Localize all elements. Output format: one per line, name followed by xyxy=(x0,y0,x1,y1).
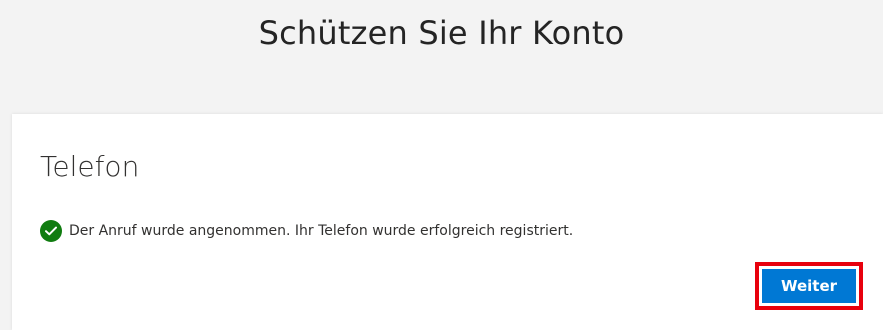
phone-setup-card: Telefon Der Anruf wurde angenommen. Ihr … xyxy=(12,114,883,330)
checkmark-circle-icon xyxy=(40,220,62,242)
highlight-outline: Weiter xyxy=(755,262,863,310)
page: Schützen Sie Ihr Konto Telefon Der Anruf… xyxy=(0,0,883,330)
page-title: Schützen Sie Ihr Konto xyxy=(258,14,625,52)
status-message: Der Anruf wurde angenommen. Ihr Telefon … xyxy=(69,223,574,239)
next-button[interactable]: Weiter xyxy=(762,269,856,303)
status-message-row: Der Anruf wurde angenommen. Ihr Telefon … xyxy=(40,220,573,242)
card-heading: Telefon xyxy=(40,150,140,183)
